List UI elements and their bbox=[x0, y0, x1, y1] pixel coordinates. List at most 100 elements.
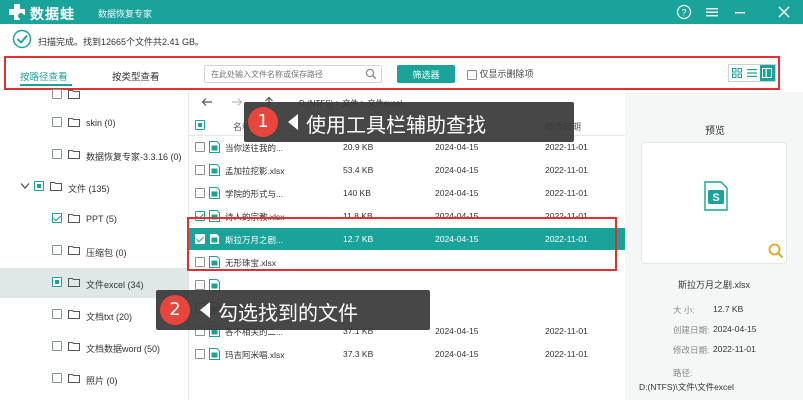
file-created-cell: 2024-04-15 bbox=[435, 188, 479, 198]
table-row[interactable]: 孟加拉挖影.xlsx 53.4 KB 2024-04-15 2022-11-01 bbox=[189, 159, 626, 181]
xlsx-file-icon bbox=[209, 233, 220, 245]
table-row[interactable]: 玛吉阿米唱.xlsx 37.3 KB 2024-04-15 2022-11-01 bbox=[189, 343, 626, 365]
tree-item-partial[interactable] bbox=[0, 80, 188, 110]
view-list-button[interactable] bbox=[744, 65, 759, 81]
app-logo-icon bbox=[9, 4, 25, 20]
folder-icon bbox=[50, 182, 62, 191]
folder-tree: skin (0) 数据恢复专家-3.3.16 (0) 文件 (135) PPT … bbox=[0, 89, 188, 400]
tree-checkbox[interactable] bbox=[52, 89, 62, 99]
svg-text:S: S bbox=[712, 192, 719, 204]
preview-file-name: 斯拉万月之剧.xlsx bbox=[677, 280, 750, 290]
preview-title: 预览 bbox=[705, 126, 725, 137]
meta-path-key: 路径: bbox=[673, 368, 693, 378]
file-name-cell: 孟加拉挖影.xlsx bbox=[225, 166, 285, 176]
xlsx-file-icon bbox=[209, 348, 220, 360]
filter-button[interactable]: 筛选器 bbox=[397, 65, 455, 83]
select-all-checkbox[interactable] bbox=[195, 120, 205, 130]
tree-item-label: PPT (5) bbox=[86, 214, 117, 224]
tree-item-label: skin (0) bbox=[86, 118, 116, 128]
meta-created-key: 创建日期: bbox=[673, 325, 710, 335]
search-box bbox=[204, 65, 382, 83]
callout-pointer-icon bbox=[288, 114, 298, 130]
folder-icon bbox=[68, 150, 80, 159]
meta-modified-value: 2022-11-01 bbox=[713, 344, 756, 354]
file-modified-cell: 2022-11-01 bbox=[545, 188, 588, 198]
folder-icon bbox=[68, 278, 80, 287]
folder-icon bbox=[68, 214, 80, 223]
tree-item-word[interactable]: 文档数据word (50) bbox=[0, 332, 188, 362]
callout-toolbar: 1 使用工具栏辅助查找 bbox=[244, 102, 574, 142]
close-icon[interactable] bbox=[776, 4, 792, 20]
view-detail-button[interactable] bbox=[759, 65, 775, 81]
table-row[interactable]: 斯拉万月之剧... 12.7 KB 2024-04-15 2022-11-01 bbox=[189, 228, 626, 250]
file-name-cell: 玛吉阿米唱.xlsx bbox=[225, 350, 285, 360]
tree-item-archive[interactable]: 压缩包 (0) bbox=[0, 236, 188, 266]
chevron-down-icon[interactable] bbox=[20, 182, 30, 190]
tree-checkbox[interactable] bbox=[52, 245, 62, 255]
help-icon[interactable]: ? bbox=[676, 4, 692, 20]
back-arrow-icon[interactable] bbox=[201, 96, 213, 108]
file-modified-cell: 2022-11-01 bbox=[545, 211, 588, 221]
only-deleted-label: 仅显示删除项 bbox=[479, 69, 534, 79]
tree-checkbox[interactable] bbox=[34, 181, 44, 191]
file-created-cell: 2024-04-15 bbox=[435, 326, 479, 336]
search-input[interactable] bbox=[205, 66, 355, 82]
tree-checkbox[interactable] bbox=[52, 341, 62, 351]
row-checkbox[interactable] bbox=[195, 234, 205, 244]
file-created-cell: 2024-04-15 bbox=[435, 211, 479, 221]
folder-icon bbox=[68, 118, 80, 127]
row-checkbox[interactable] bbox=[195, 349, 205, 359]
callout-check-files: 2 勾选找到的文件 bbox=[156, 290, 430, 330]
folder-icon bbox=[68, 246, 80, 255]
file-created-cell: 2024-04-15 bbox=[435, 142, 479, 152]
tree-item-ppt[interactable]: PPT (5) bbox=[0, 204, 188, 234]
folder-icon bbox=[68, 374, 80, 383]
view-grid-button[interactable] bbox=[729, 65, 744, 81]
search-icon[interactable] bbox=[365, 68, 377, 80]
xlsx-file-icon bbox=[209, 210, 220, 222]
tree-checkbox[interactable] bbox=[52, 117, 62, 127]
file-size-cell: 20.9 KB bbox=[343, 142, 374, 152]
file-name-cell: 斯拉万月之剧... bbox=[225, 235, 284, 245]
tree-item-skin[interactable]: skin (0) bbox=[0, 108, 188, 138]
row-checkbox[interactable] bbox=[195, 211, 205, 221]
tree-checkbox[interactable] bbox=[52, 373, 62, 383]
file-created-cell: 2024-04-15 bbox=[435, 165, 479, 175]
only-deleted-checkbox[interactable] bbox=[467, 69, 477, 80]
callout-badge-2: 2 bbox=[160, 295, 190, 325]
zoom-icon[interactable] bbox=[768, 243, 784, 259]
tree-item-label: 数据恢复专家-3.3.16 (0) bbox=[86, 152, 182, 162]
folder-icon bbox=[68, 90, 80, 99]
row-checkbox[interactable] bbox=[195, 165, 205, 175]
table-row[interactable]: 诗人的宗教.xlsx 11.8 KB 2024-04-15 2022-11-01 bbox=[189, 205, 626, 227]
detail-view-icon bbox=[762, 68, 773, 78]
tree-checkbox[interactable] bbox=[52, 309, 62, 319]
menu-icon[interactable] bbox=[704, 4, 720, 20]
table-row[interactable]: 无形珠宝.xlsx bbox=[189, 251, 626, 273]
only-deleted-toggle[interactable]: 仅显示删除项 bbox=[467, 67, 534, 80]
tree-checkbox[interactable] bbox=[52, 149, 62, 159]
tree-checkbox[interactable] bbox=[52, 277, 62, 287]
list-view-icon bbox=[746, 69, 757, 77]
tree-item-recovery-expert[interactable]: 数据恢复专家-3.3.16 (0) bbox=[0, 140, 188, 170]
tree-item-photos[interactable]: 照片 (0) bbox=[0, 364, 188, 394]
file-size-cell: 11.8 KB bbox=[343, 211, 373, 221]
row-checkbox[interactable] bbox=[195, 188, 205, 198]
scan-status-bar: 扫描完成。找到12665个文件共2.41 GB。 bbox=[0, 24, 803, 54]
svg-text:?: ? bbox=[681, 8, 686, 18]
tree-checkbox[interactable] bbox=[52, 213, 62, 223]
tree-item-label: 文档数据word (50) bbox=[86, 344, 161, 354]
row-checkbox[interactable] bbox=[195, 257, 205, 267]
file-size-cell: 37.3 KB bbox=[343, 349, 374, 359]
file-modified-cell: 2022-11-01 bbox=[545, 165, 588, 175]
minimize-icon[interactable] bbox=[732, 4, 748, 20]
file-created-cell: 2024-04-15 bbox=[435, 234, 479, 244]
row-checkbox[interactable] bbox=[195, 142, 205, 152]
forward-arrow-icon[interactable] bbox=[231, 96, 243, 108]
table-row[interactable]: 学院的形式与... 140 KB 2024-04-15 2022-11-01 bbox=[189, 182, 626, 204]
folder-icon bbox=[68, 310, 80, 319]
tree-item-files[interactable]: 文件 (135) bbox=[0, 172, 188, 202]
file-modified-cell: 2022-11-01 bbox=[545, 349, 588, 359]
file-name-cell: 无形珠宝.xlsx bbox=[225, 258, 277, 268]
row-checkbox[interactable] bbox=[195, 280, 205, 290]
